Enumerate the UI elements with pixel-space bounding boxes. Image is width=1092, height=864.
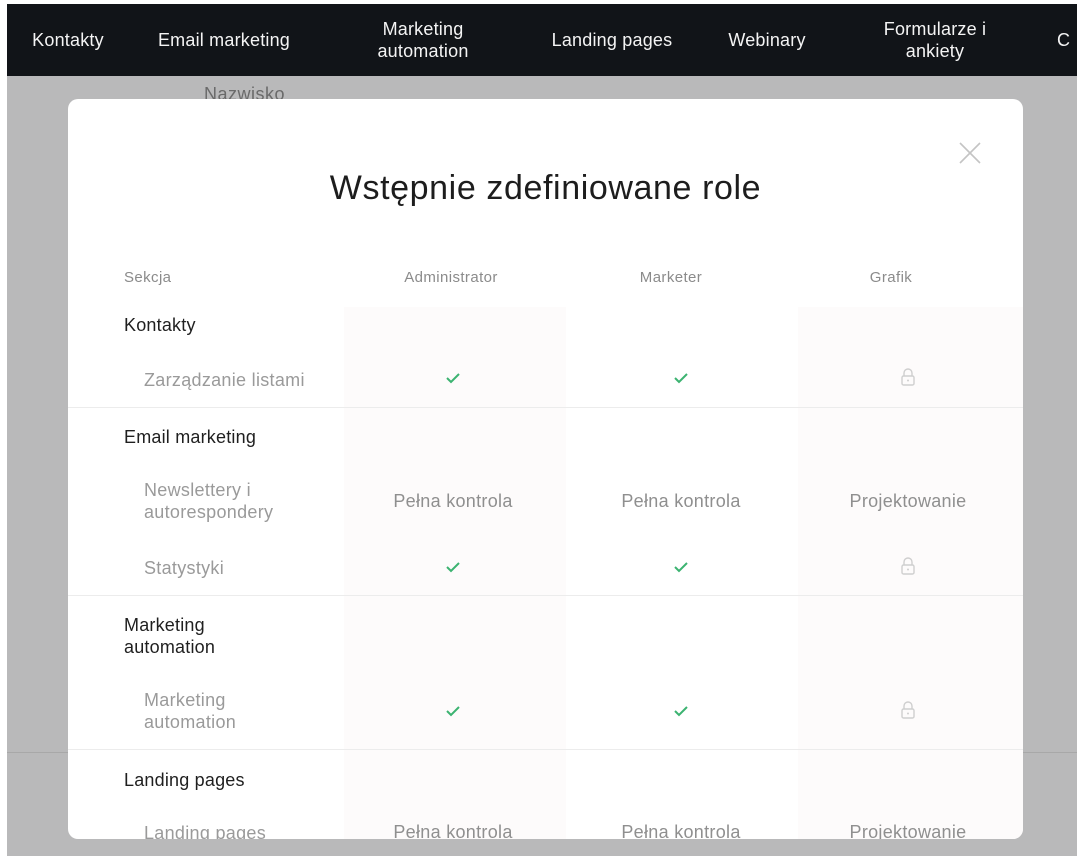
lock-icon (813, 556, 1003, 576)
section-divider (68, 749, 1023, 750)
check-icon (358, 371, 548, 385)
section-title-marketing-automation: Marketing automation (124, 615, 216, 657)
marketer-access-newslettery: Pełna kontrola (621, 491, 741, 511)
header-grafik: Grafik (869, 269, 913, 286)
designer-access-landing-pages: Projektowanie (849, 822, 967, 839)
nav-item-email-marketing[interactable]: Email marketing (149, 4, 299, 76)
lock-icon (813, 367, 1003, 387)
nav-item-formularze-ankiety[interactable]: Formularze i ankiety (872, 4, 998, 76)
top-navigation: Kontakty Email marketing Marketing autom… (7, 4, 1077, 76)
feature-zarzadzanie-listami: Zarządzanie listami (144, 370, 305, 390)
lock-icon (813, 700, 1003, 720)
feature-statystyki: Statystyki (144, 558, 225, 578)
marketer-access-landing-pages: Pełna kontrola (621, 822, 741, 839)
header-section: Sekcja (124, 269, 172, 286)
nav-item-webinary[interactable]: Webinary (719, 4, 815, 76)
admin-access-newslettery: Pełna kontrola (393, 491, 513, 511)
roles-modal: Wstępnie zdefiniowane role Sekcja Admini… (68, 99, 1023, 839)
section-title-email-marketing: Email marketing (124, 427, 257, 447)
check-icon (586, 560, 776, 574)
nav-item-truncated[interactable]: C (1057, 4, 1077, 76)
nav-item-kontakty[interactable]: Kontakty (27, 4, 109, 76)
nav-item-marketing-automation[interactable]: Marketing automation (357, 4, 489, 76)
close-button[interactable] (956, 139, 984, 167)
close-icon (959, 142, 981, 164)
section-title-kontakty: Kontakty (124, 315, 196, 335)
header-marketer: Marketer (639, 269, 703, 286)
feature-newslettery: Newslettery i autorespondery (144, 480, 274, 522)
check-icon (586, 371, 776, 385)
section-divider (68, 407, 1023, 408)
nav-item-landing-pages[interactable]: Landing pages (544, 4, 680, 76)
feature-landing-pages: Landing pages (144, 823, 267, 839)
section-title-landing-pages: Landing pages (124, 770, 245, 790)
header-administrator: Administrator (404, 269, 498, 286)
check-icon (358, 704, 548, 718)
check-icon (358, 560, 548, 574)
designer-access-newslettery: Projektowanie (849, 491, 967, 511)
app-frame: Kontakty Email marketing Marketing autom… (7, 4, 1077, 856)
check-icon (586, 704, 776, 718)
section-divider (68, 595, 1023, 596)
modal-title: Wstępnie zdefiniowane role (329, 169, 762, 207)
admin-access-landing-pages: Pełna kontrola (393, 822, 513, 839)
feature-marketing-automation: Marketing automation (144, 690, 237, 732)
